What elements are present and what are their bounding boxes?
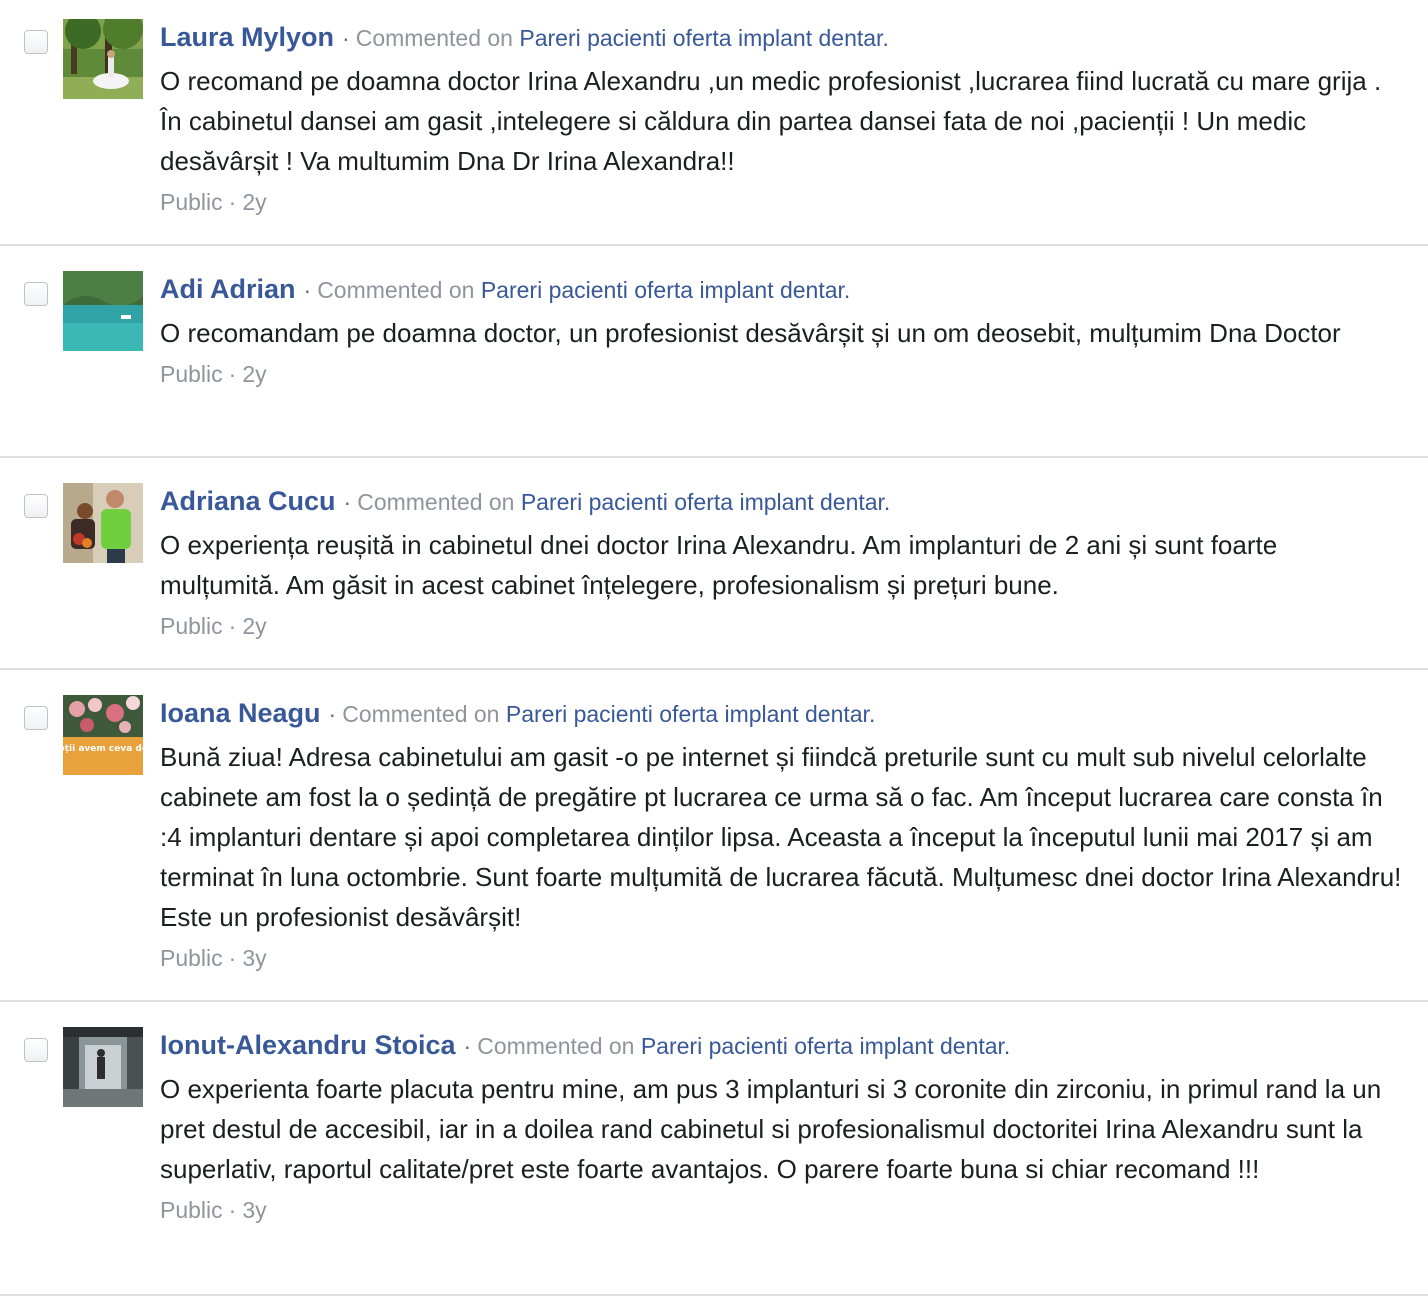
commented-on-label: Commented on (357, 489, 515, 515)
comment-item: Laura Mylyon · Commented on Pareri pacient… (0, 0, 1428, 246)
timestamp[interactable]: 2y (242, 613, 266, 639)
commented-on-label: Commented on (342, 701, 500, 727)
timestamp[interactable]: 2y (242, 189, 266, 215)
comment-text: O recomandam pe doamna doctor, un profes… (160, 318, 1341, 348)
avatar[interactable] (63, 483, 143, 563)
separator: · (228, 1197, 237, 1223)
author-name[interactable]: Ionut-Alexandru Stoica (160, 1030, 456, 1060)
select-checkbox[interactable] (24, 282, 48, 306)
flowers-banner-icon: Cu toții avem ceva de dat (63, 695, 143, 775)
banner-caption: Cu toții avem ceva de dat (63, 744, 143, 754)
comment-item: Ionut-Alexandru Stoica · Commented on Pare… (0, 1002, 1428, 1296)
comment-item: Cu toții avem ceva de dat Ioana Neagu·Co… (0, 670, 1428, 1002)
audience-label: Public (160, 189, 223, 215)
avatar[interactable] (63, 1027, 143, 1107)
comment-item: Adi Adrian · Commented on Pareri pacienti … (0, 246, 1428, 458)
post-link[interactable]: Pareri pacienti oferta implant dentar. (506, 701, 875, 727)
timestamp[interactable]: 3y (242, 1197, 266, 1223)
timestamp[interactable]: 3y (242, 945, 266, 971)
author-name[interactable]: Laura Mylyon (160, 22, 334, 52)
commented-on-label: Commented on (355, 25, 513, 51)
comment-list: Laura Mylyon · Commented on Pareri pacient… (0, 0, 1428, 1296)
avatar[interactable] (63, 271, 143, 351)
audience-label: Public (160, 945, 223, 971)
commented-on-label: Commented on (317, 277, 475, 303)
avatar[interactable]: Cu toții avem ceva de dat (63, 695, 143, 775)
comment-text: O experiența reușită in cabinetul dnei d… (160, 530, 1278, 600)
comment-text: O recomand pe doamna doctor Irina Alexan… (160, 66, 1382, 176)
separator: · (303, 277, 312, 303)
separator: · (343, 489, 352, 515)
separator: · (463, 1033, 472, 1059)
select-checkbox[interactable] (24, 706, 48, 730)
comment-item: Adriana Cucu · Commented on Pareri pacient… (0, 458, 1428, 670)
post-link[interactable]: Pareri pacienti oferta implant dentar. (521, 489, 890, 515)
select-checkbox[interactable] (24, 30, 48, 54)
select-checkbox[interactable] (24, 494, 48, 518)
post-link[interactable]: Pareri pacienti oferta implant dentar. (641, 1033, 1010, 1059)
comment-text: O experienta foarte placuta pentru mine,… (160, 1074, 1382, 1184)
separator: · (228, 945, 237, 971)
comment-text: Bună ziua! Adresa cabinetului am gasit -… (160, 742, 1402, 932)
corridor-photo-icon (63, 1027, 143, 1107)
post-link[interactable]: Pareri pacienti oferta implant dentar. (481, 277, 850, 303)
separator: · (228, 613, 237, 639)
audience-label: Public (160, 361, 223, 387)
audience-label: Public (160, 613, 223, 639)
select-checkbox[interactable] (24, 1038, 48, 1062)
lake-photo-icon (63, 271, 143, 351)
separator: · (228, 189, 237, 215)
separator: · (228, 361, 237, 387)
timestamp[interactable]: 2y (242, 361, 266, 387)
author-name[interactable]: Adi Adrian (160, 274, 296, 304)
author-name[interactable]: Adriana Cucu (160, 486, 336, 516)
audience-label: Public (160, 1197, 223, 1223)
commented-on-label: Commented on (477, 1033, 635, 1059)
couple-photo-icon (63, 483, 143, 563)
separator: · (342, 25, 350, 51)
avatar[interactable] (63, 19, 143, 99)
post-link[interactable]: Pareri pacienti oferta implant dentar. (519, 25, 888, 51)
separator: · (328, 701, 337, 727)
park-photo-icon (63, 19, 143, 99)
author-name[interactable]: Ioana Neagu (160, 698, 321, 728)
